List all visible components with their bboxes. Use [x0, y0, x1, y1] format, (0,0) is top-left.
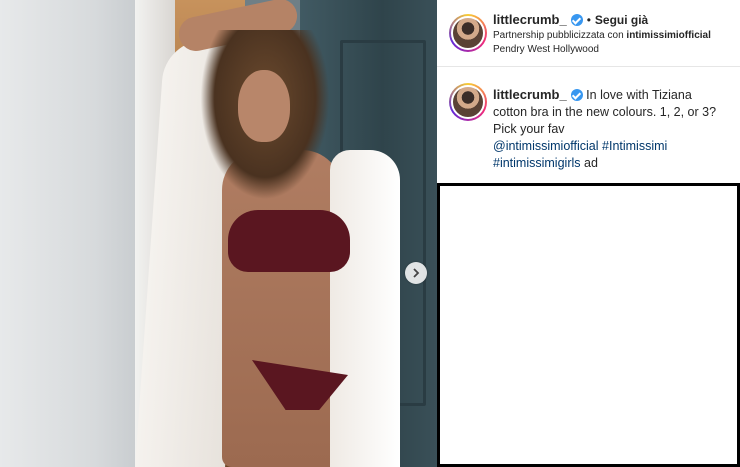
post-header: littlecrumb_ • Segui già Partnership pubbl… — [437, 0, 740, 67]
hashtag-link[interactable]: #intimissimigirls — [493, 156, 581, 170]
avatar-image — [451, 16, 485, 50]
partnership-label: Partnership pubblicizzata con intimissim… — [493, 30, 731, 41]
partner-link[interactable]: intimissimiofficial — [626, 30, 710, 41]
photo-bra — [228, 210, 350, 272]
partnership-prefix: Partnership pubblicizzata con — [493, 30, 627, 41]
separator-dot: • — [586, 13, 591, 27]
header-line: littlecrumb_ • Segui già — [493, 11, 648, 29]
caption-username[interactable]: littlecrumb_ — [493, 87, 567, 102]
verified-badge-icon — [570, 89, 583, 101]
blank-region — [437, 183, 740, 467]
avatar-image — [451, 85, 485, 119]
post-photo[interactable] — [0, 0, 437, 467]
photo-wall — [0, 0, 135, 467]
mention-link[interactable]: @intimissimiofficial — [493, 139, 599, 153]
verified-badge-icon — [570, 14, 583, 26]
chevron-right-icon — [413, 268, 420, 278]
post-caption: littlecrumb_ In love with Tiziana cotton… — [493, 86, 718, 172]
following-button[interactable]: Segui già — [595, 13, 648, 27]
photo-face — [238, 70, 290, 142]
hashtag-link[interactable]: #Intimissimi — [602, 139, 667, 153]
header-username[interactable]: littlecrumb_ — [493, 12, 567, 27]
caption-avatar[interactable] — [449, 83, 487, 121]
next-photo-button[interactable] — [405, 262, 427, 284]
location-link[interactable]: Pendry West Hollywood — [493, 44, 599, 55]
ad-label: ad — [584, 156, 598, 170]
photo-shirt-right — [330, 150, 400, 467]
avatar[interactable] — [449, 14, 487, 52]
